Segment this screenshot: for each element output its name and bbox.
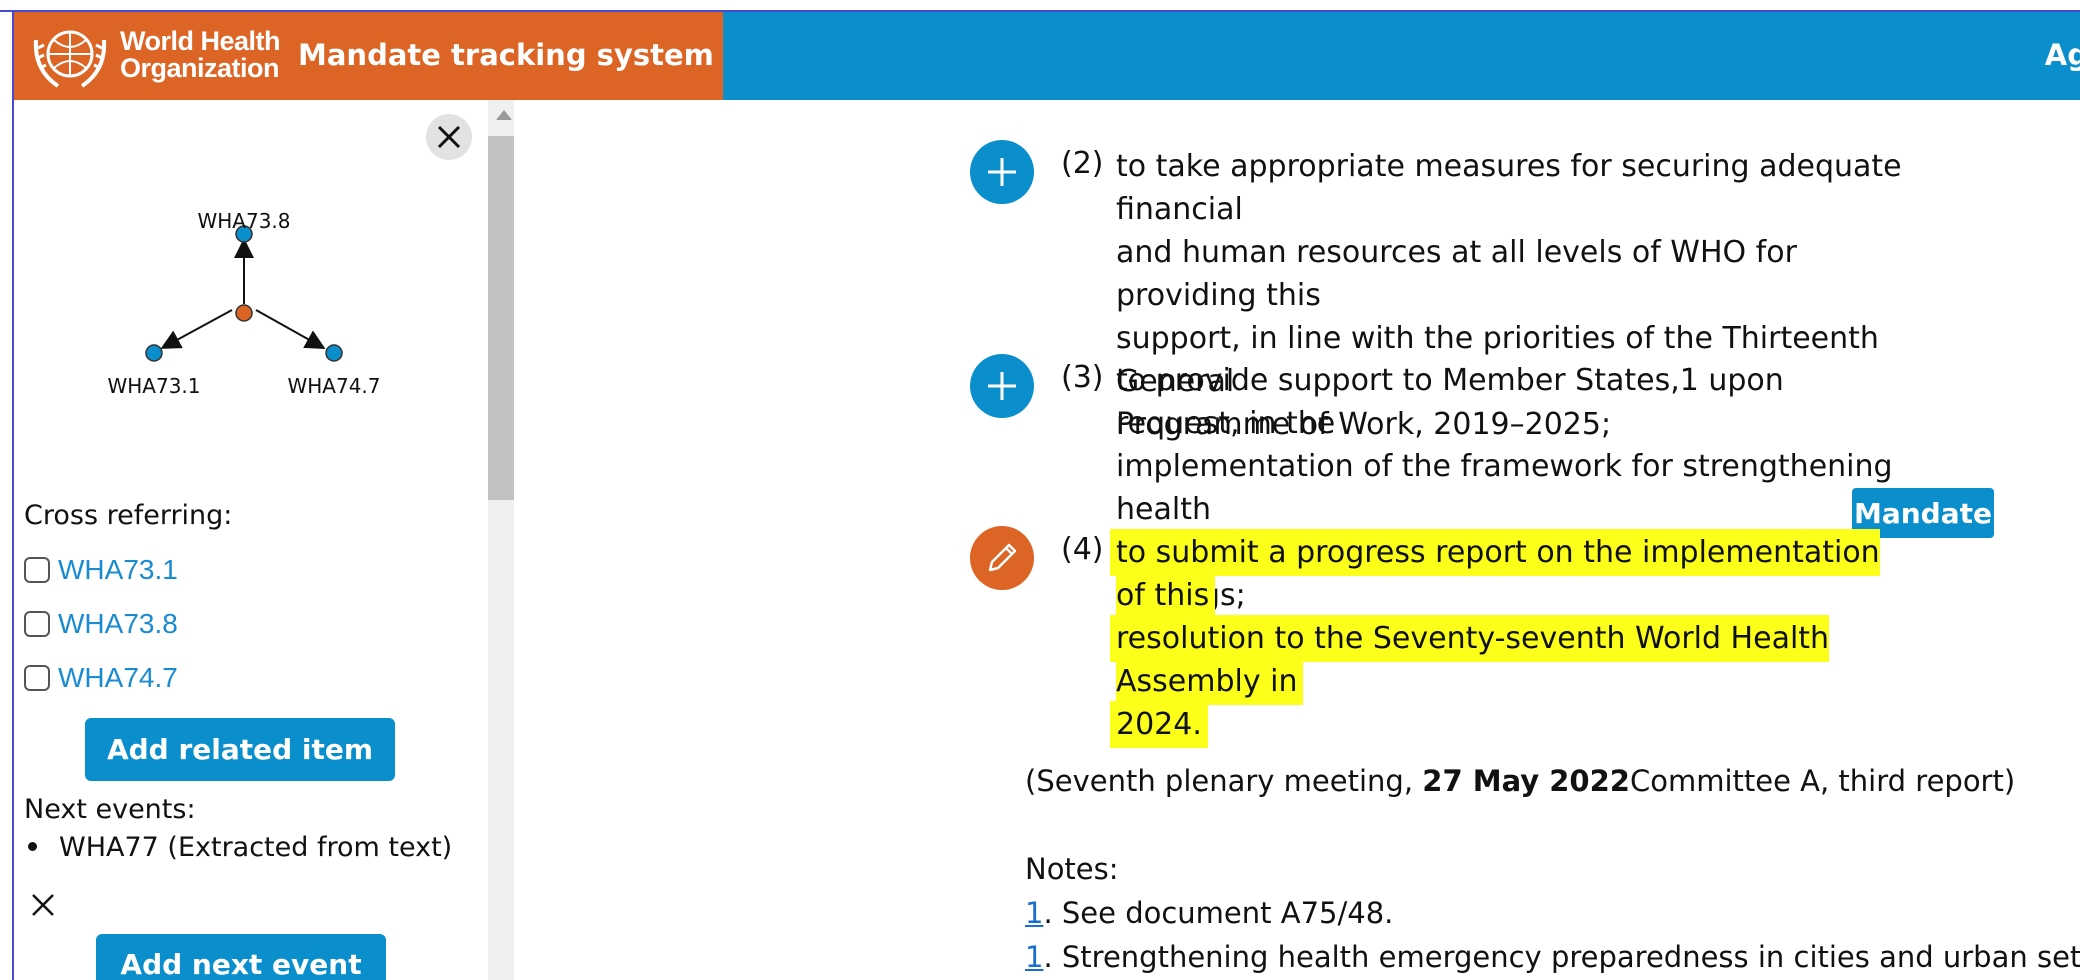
add-mandate-button[interactable] xyxy=(970,354,1034,418)
logo-text-line1: World Health xyxy=(120,26,281,56)
cross-ref-item: WHA74.7 xyxy=(24,658,178,698)
graph-node-current[interactable] xyxy=(235,304,253,322)
graph-label-wha74-7: WHA74.7 xyxy=(287,374,380,398)
relation-graph: WHA73.8 WHA73.1 WHA74.7 xyxy=(107,209,380,398)
cross-ref-link[interactable]: WHA73.1 xyxy=(58,554,178,586)
add-related-item-button[interactable]: Add related item xyxy=(85,718,395,781)
cross-ref-item: WHA73.8 xyxy=(24,604,178,644)
related-items-sidebar: WHA73.8 WHA73.1 WHA74.7 Cross referring:… xyxy=(14,100,514,980)
cross-ref-item: WHA73.1 xyxy=(24,550,178,590)
meeting-info: (Seventh plenary meeting, 27 May 2022Com… xyxy=(1025,764,2015,798)
cross-ref-checkbox[interactable] xyxy=(24,557,50,583)
plus-icon xyxy=(988,372,1016,400)
close-sidebar-button[interactable] xyxy=(426,114,472,160)
graph-node-wha73-1[interactable] xyxy=(145,344,163,362)
resolution-document: (2) to take appropriate measures for sec… xyxy=(520,100,2080,980)
remove-event-icon[interactable] xyxy=(28,890,58,920)
who-logo-text: World Health Organization xyxy=(120,26,281,83)
edit-mandate-button[interactable] xyxy=(970,526,1034,590)
mandate-highlighted-text[interactable]: to submit a progress report on the imple… xyxy=(1116,531,1916,746)
sidebar-scrollbar[interactable] xyxy=(488,100,514,980)
paragraph-line: to take appropriate measures for securin… xyxy=(1116,149,1902,227)
bullet-icon xyxy=(28,842,37,851)
meeting-date: 27 May 2022 xyxy=(1422,764,1630,798)
next-events-list: WHA77 (Extracted from text) xyxy=(24,832,452,863)
add-mandate-button[interactable] xyxy=(970,140,1034,204)
highlighted-line: to submit a progress report on the imple… xyxy=(1116,535,1880,613)
meeting-suffix: Committee A, third report) xyxy=(1629,764,2016,798)
cross-ref-checkbox[interactable] xyxy=(24,665,50,691)
next-events-label: Next events: xyxy=(24,794,196,825)
note-entry: 1. Strengthening health emergency prepar… xyxy=(1025,940,2080,974)
cross-ref-link[interactable]: WHA73.8 xyxy=(58,608,178,640)
note-ref-link[interactable]: 1 xyxy=(1025,940,1043,974)
item-number: (4) xyxy=(1061,532,1104,567)
item-number: (2) xyxy=(1061,146,1104,181)
item-number: (3) xyxy=(1061,360,1104,395)
close-icon xyxy=(437,125,461,149)
add-next-event-button[interactable]: Add next event xyxy=(96,934,386,980)
logo-text-line2: Organization xyxy=(120,53,280,83)
graph-edge xyxy=(160,309,233,349)
cross-referring-label: Cross referring: xyxy=(24,500,233,531)
graph-edge xyxy=(255,309,326,349)
event-text: WHA77 (Extracted from text) xyxy=(59,832,453,863)
highlighted-line: resolution to the Seventy-seventh World … xyxy=(1116,621,1830,699)
note-text: . See document A75/48. xyxy=(1043,896,1394,930)
graph-node-wha74-7[interactable] xyxy=(325,344,343,362)
graph-label-wha73-8: WHA73.8 xyxy=(197,209,290,233)
list-item: WHA77 (Extracted from text) xyxy=(24,832,452,863)
pencil-icon xyxy=(988,543,1017,572)
meeting-prefix: (Seventh plenary meeting, xyxy=(1025,764,1423,798)
paragraph-line: implementation of the framework for stre… xyxy=(1116,449,1893,527)
graph-label-wha73-1: WHA73.1 xyxy=(107,374,200,398)
scroll-up-arrow-icon[interactable] xyxy=(496,110,512,120)
note-ref-link[interactable]: 1 xyxy=(1025,896,1043,930)
note-text: . Strengthening health emergency prepare… xyxy=(1043,940,2080,974)
plus-icon xyxy=(988,158,1016,186)
highlighted-line: 2024. xyxy=(1116,707,1202,742)
note-entry: 1. See document A75/48. xyxy=(1025,896,1393,930)
scroll-thumb[interactable] xyxy=(488,136,514,500)
brand-bar: World Health Organization Mandate tracki… xyxy=(14,12,723,100)
app-title: Mandate tracking system xyxy=(298,38,714,72)
header-nav-item[interactable]: Ag xyxy=(2045,38,2080,72)
cross-ref-checkbox[interactable] xyxy=(24,611,50,637)
cross-ref-link[interactable]: WHA74.7 xyxy=(58,662,178,694)
app-header: World Health Organization Mandate tracki… xyxy=(14,12,2080,100)
notes-label: Notes: xyxy=(1025,852,1119,886)
paragraph-line: and human resources at all levels of WHO… xyxy=(1116,235,1797,313)
paragraph-line: to provide support to Member States,1 up… xyxy=(1116,363,1784,441)
who-emblem-icon xyxy=(33,30,107,88)
